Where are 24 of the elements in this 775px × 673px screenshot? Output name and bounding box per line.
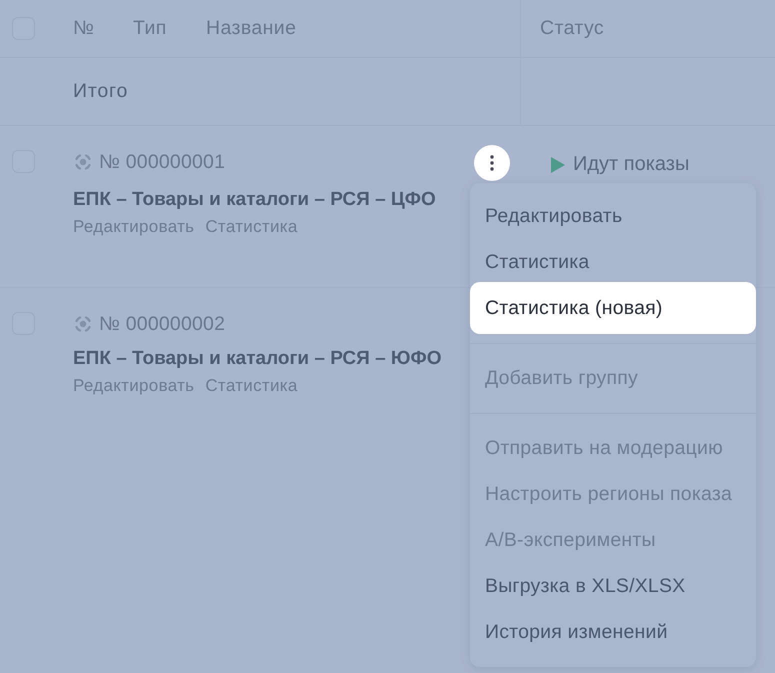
total-label: Итого [73, 80, 128, 103]
menu-item[interactable]: История изменений [470, 609, 756, 655]
more-button[interactable] [474, 145, 510, 181]
dot-frame-icon [75, 154, 91, 170]
menu-item[interactable]: Статистика (новая) [470, 282, 756, 334]
menu-item[interactable]: Выгрузка в XLS/XLSX [470, 563, 756, 609]
play-icon [551, 156, 565, 172]
campaign-title[interactable]: ЕПК – Товары и каталоги – РСЯ – ЦФО [73, 189, 436, 211]
column-header[interactable]: № [73, 17, 133, 40]
action-link[interactable]: Статистика [205, 376, 298, 396]
campaign-number: № 000000001 [99, 150, 226, 174]
action-link[interactable]: Статистика [205, 217, 298, 237]
status-label: Идут показы [573, 153, 690, 176]
menu-item[interactable]: Редактировать [470, 193, 756, 239]
column-header[interactable]: Тип [133, 17, 206, 40]
campaign-number: № 000000002 [99, 312, 226, 336]
dot-frame-icon [75, 316, 91, 332]
action-link[interactable]: Редактировать [73, 217, 194, 237]
column-header[interactable]: Название [206, 17, 296, 40]
column-header[interactable]: Статус [540, 17, 604, 40]
campaign-title[interactable]: ЕПК – Товары и каталоги – РСЯ – ЮФО [73, 348, 442, 370]
action-link[interactable]: Редактировать [73, 376, 194, 396]
vertical-dots-icon [490, 155, 494, 171]
menu-item[interactable]: Статистика [470, 239, 756, 285]
